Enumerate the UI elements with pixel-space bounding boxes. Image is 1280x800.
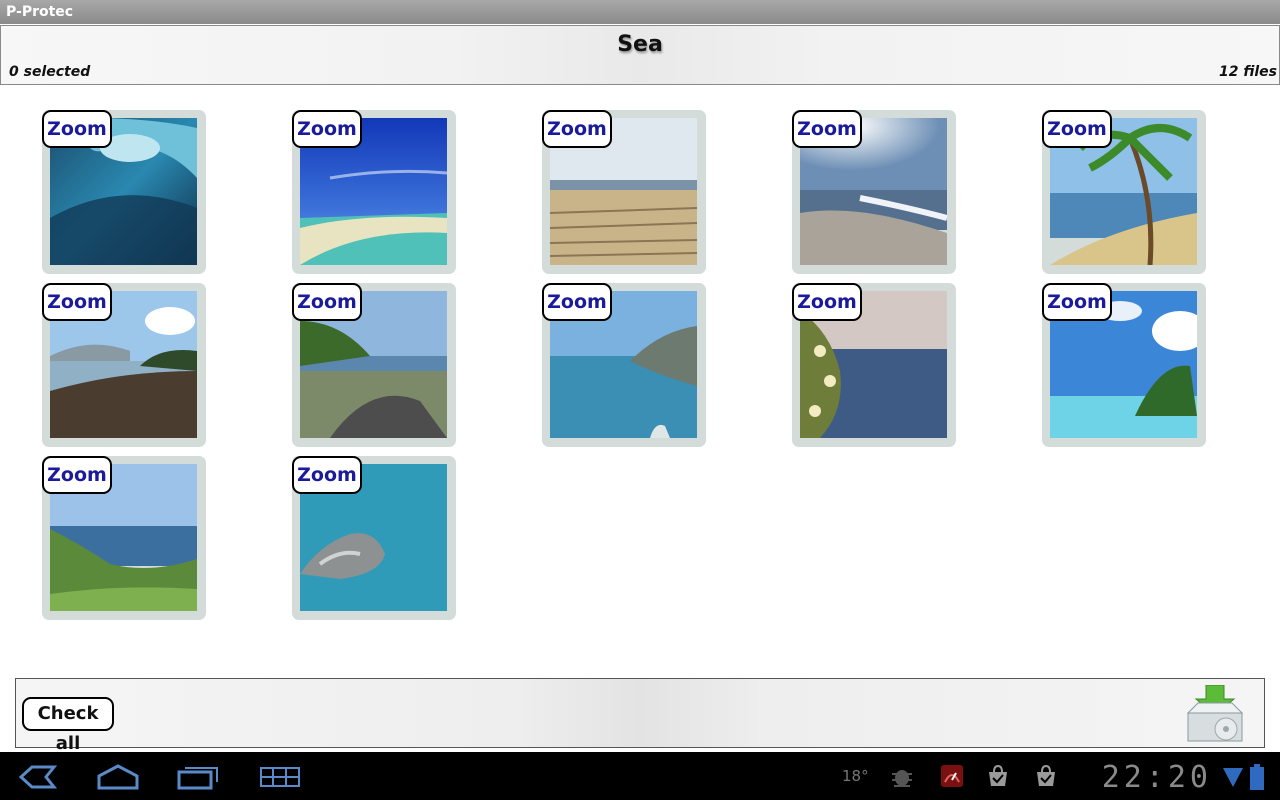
- zoom-button[interactable]: Zoom: [792, 110, 862, 148]
- action-bar: Check all: [15, 678, 1265, 754]
- battery-icon: [1250, 764, 1264, 790]
- temperature-text: 18°: [842, 767, 869, 785]
- shopping-bag-check-icon: [989, 764, 1007, 786]
- wifi-icon: [1223, 768, 1243, 787]
- app-title: P-Protec: [0, 0, 1280, 24]
- thumbnail-tile[interactable]: Zoom: [542, 283, 706, 447]
- thumbnail-tile[interactable]: Zoom: [792, 110, 956, 274]
- zoom-button[interactable]: Zoom: [1042, 283, 1112, 321]
- thumbnail-tile[interactable]: Zoom: [542, 110, 706, 274]
- zoom-button[interactable]: Zoom: [1042, 110, 1112, 148]
- thumbnail-tile[interactable]: Zoom: [42, 110, 206, 274]
- thumbnail-tile[interactable]: Zoom: [1042, 283, 1206, 447]
- thumbnail-tile[interactable]: Zoom: [1042, 110, 1206, 274]
- zoom-button[interactable]: Zoom: [42, 283, 112, 321]
- android-debug-icon: [892, 770, 912, 787]
- system-navigation-bar: 18° 22:20: [0, 752, 1280, 800]
- clock-text: 22:20: [1101, 760, 1212, 795]
- zoom-button[interactable]: Zoom: [542, 110, 612, 148]
- shopping-bag-check-icon: [1037, 764, 1055, 786]
- thumbnail-tile[interactable]: Zoom: [292, 456, 456, 620]
- archive-export-icon[interactable]: [1184, 685, 1246, 743]
- zoom-button[interactable]: Zoom: [542, 283, 612, 321]
- thumbnail-tile[interactable]: Zoom: [292, 110, 456, 274]
- zoom-button[interactable]: Zoom: [292, 283, 362, 321]
- thumbnail-tile[interactable]: Zoom: [42, 456, 206, 620]
- album-title: Sea: [617, 32, 663, 57]
- gallery-header: Sea 0 selected 12 files: [0, 25, 1280, 85]
- zoom-button[interactable]: Zoom: [42, 456, 112, 494]
- recent-apps-icon[interactable]: [176, 764, 220, 790]
- zoom-button[interactable]: Zoom: [42, 110, 112, 148]
- speedometer-icon: [941, 765, 963, 787]
- thumbnail-tile[interactable]: Zoom: [292, 283, 456, 447]
- thumbnail-tile[interactable]: Zoom: [792, 283, 956, 447]
- grid-icon[interactable]: [258, 764, 302, 790]
- zoom-button[interactable]: Zoom: [292, 456, 362, 494]
- zoom-button[interactable]: Zoom: [792, 283, 862, 321]
- thumbnail-tile[interactable]: Zoom: [42, 283, 206, 447]
- file-count: 12 files: [1218, 64, 1277, 80]
- back-icon[interactable]: [18, 764, 58, 790]
- home-icon[interactable]: [96, 764, 140, 790]
- selected-count: 0 selected: [9, 64, 91, 80]
- zoom-button[interactable]: Zoom: [292, 110, 362, 148]
- check-all-button[interactable]: Check all: [22, 697, 114, 754]
